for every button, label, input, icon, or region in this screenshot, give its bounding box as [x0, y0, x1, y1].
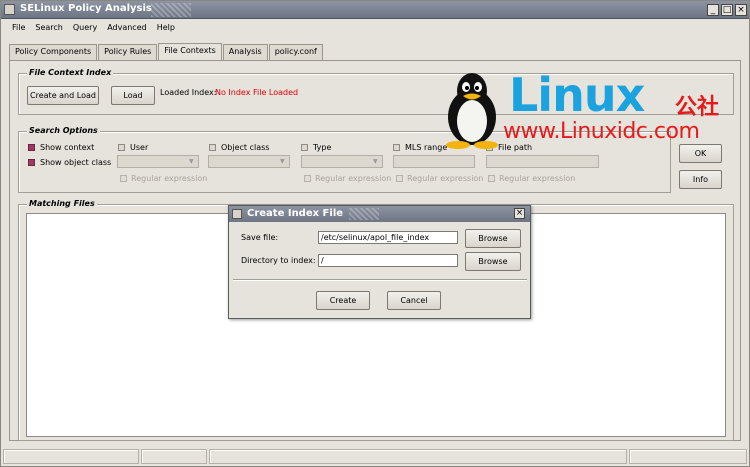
- show-object-class-checkbox[interactable]: [28, 159, 35, 166]
- status-cell-4: [629, 449, 747, 464]
- dialog-title: Create Index File: [247, 208, 344, 219]
- main-window: SELinux Policy Analysis _ □ × File Searc…: [0, 0, 750, 467]
- show-object-class-label: Show object class: [40, 158, 112, 167]
- user-label: User: [130, 143, 149, 152]
- type-regex-checkbox[interactable]: [304, 175, 311, 182]
- status-cell-3: [209, 449, 627, 464]
- tab-policy-components[interactable]: Policy Components: [9, 44, 98, 60]
- app-menu-icon[interactable]: [4, 4, 15, 15]
- type-combo[interactable]: ▼: [301, 155, 383, 168]
- create-and-load-button[interactable]: Create and Load: [27, 86, 99, 105]
- user-regex-label: Regular expression: [131, 174, 208, 183]
- cancel-button[interactable]: Cancel: [387, 291, 441, 310]
- tab-file-contexts[interactable]: File Contexts: [158, 43, 222, 60]
- search-options-title: Search Options: [27, 126, 100, 135]
- mls-range-checkbox[interactable]: [393, 144, 400, 151]
- mls-regex-label: Regular expression: [407, 174, 484, 183]
- directory-label: Directory to index:: [241, 256, 316, 265]
- tab-bar: Policy Components Policy Rules File Cont…: [9, 43, 324, 60]
- status-cell-2: [141, 449, 207, 464]
- file-path-input[interactable]: [486, 155, 599, 168]
- menu-query[interactable]: Query: [68, 20, 102, 37]
- save-file-label: Save file:: [241, 233, 279, 242]
- chevron-down-icon: ▼: [280, 158, 285, 165]
- matching-files-title: Matching Files: [27, 199, 97, 208]
- tab-analysis[interactable]: Analysis: [222, 44, 268, 60]
- maximize-button[interactable]: □: [721, 4, 733, 16]
- title-bar[interactable]: SELinux Policy Analysis _ □ ×: [1, 1, 749, 19]
- watermark-brand: Linux: [509, 68, 645, 122]
- user-regex-checkbox[interactable]: [120, 175, 127, 182]
- chevron-down-icon: ▼: [373, 158, 378, 165]
- close-button[interactable]: ×: [735, 4, 747, 16]
- watermark-suffix: 公社: [675, 95, 720, 120]
- user-checkbox[interactable]: [118, 144, 125, 151]
- create-index-file-dialog: Create Index File × Save file: /etc/seli…: [228, 205, 531, 319]
- user-combo[interactable]: ▼: [117, 155, 199, 168]
- menu-advanced[interactable]: Advanced: [102, 20, 152, 37]
- watermark-url: www.Linuxidc.com: [503, 119, 700, 144]
- dialog-title-bar[interactable]: Create Index File ×: [229, 206, 530, 222]
- save-file-browse-button[interactable]: Browse: [465, 229, 521, 248]
- mls-range-input[interactable]: [393, 155, 475, 168]
- directory-browse-button[interactable]: Browse: [465, 252, 521, 271]
- dialog-separator: [233, 279, 527, 281]
- mls-regex-checkbox[interactable]: [396, 175, 403, 182]
- object-class-label: Object class: [221, 143, 270, 152]
- minimize-button[interactable]: _: [707, 4, 719, 16]
- show-context-checkbox[interactable]: [28, 144, 35, 151]
- save-file-input[interactable]: /etc/selinux/apol_file_index: [318, 231, 458, 244]
- type-label: Type: [313, 143, 332, 152]
- dialog-titlebar-grip: [349, 208, 379, 220]
- window-title: SELinux Policy Analysis: [20, 3, 152, 14]
- object-class-combo[interactable]: ▼: [208, 155, 290, 168]
- status-bar: [1, 447, 749, 467]
- titlebar-grip: [151, 3, 191, 17]
- directory-input[interactable]: /: [318, 254, 458, 267]
- object-class-checkbox[interactable]: [209, 144, 216, 151]
- status-cell-1: [3, 449, 139, 464]
- loaded-index-value: No Index File Loaded: [215, 88, 299, 97]
- file-path-regex-label: Regular expression: [499, 174, 576, 183]
- chevron-down-icon: ▼: [189, 158, 194, 165]
- loaded-index-label: Loaded Index:: [160, 88, 217, 97]
- linuxidc-watermark: Linux 公社 www.Linuxidc.com: [441, 69, 746, 149]
- menu-help[interactable]: Help: [152, 20, 180, 37]
- tux-penguin-icon: [446, 73, 498, 149]
- info-button[interactable]: Info: [679, 170, 722, 189]
- type-regex-label: Regular expression: [315, 174, 392, 183]
- dialog-close-button[interactable]: ×: [514, 208, 525, 219]
- menu-bar: File Search Query Advanced Help: [1, 20, 749, 37]
- file-context-index-title: File Context Index: [27, 68, 114, 77]
- file-path-regex-checkbox[interactable]: [488, 175, 495, 182]
- create-button[interactable]: Create: [316, 291, 370, 310]
- tab-policy-conf[interactable]: policy.conf: [268, 44, 323, 60]
- dialog-menu-icon[interactable]: [232, 209, 242, 219]
- menu-search[interactable]: Search: [30, 20, 67, 37]
- menu-file[interactable]: File: [7, 20, 30, 37]
- load-button[interactable]: Load: [111, 86, 155, 105]
- tab-policy-rules[interactable]: Policy Rules: [98, 44, 158, 60]
- show-context-label: Show context: [40, 143, 95, 152]
- type-checkbox[interactable]: [301, 144, 308, 151]
